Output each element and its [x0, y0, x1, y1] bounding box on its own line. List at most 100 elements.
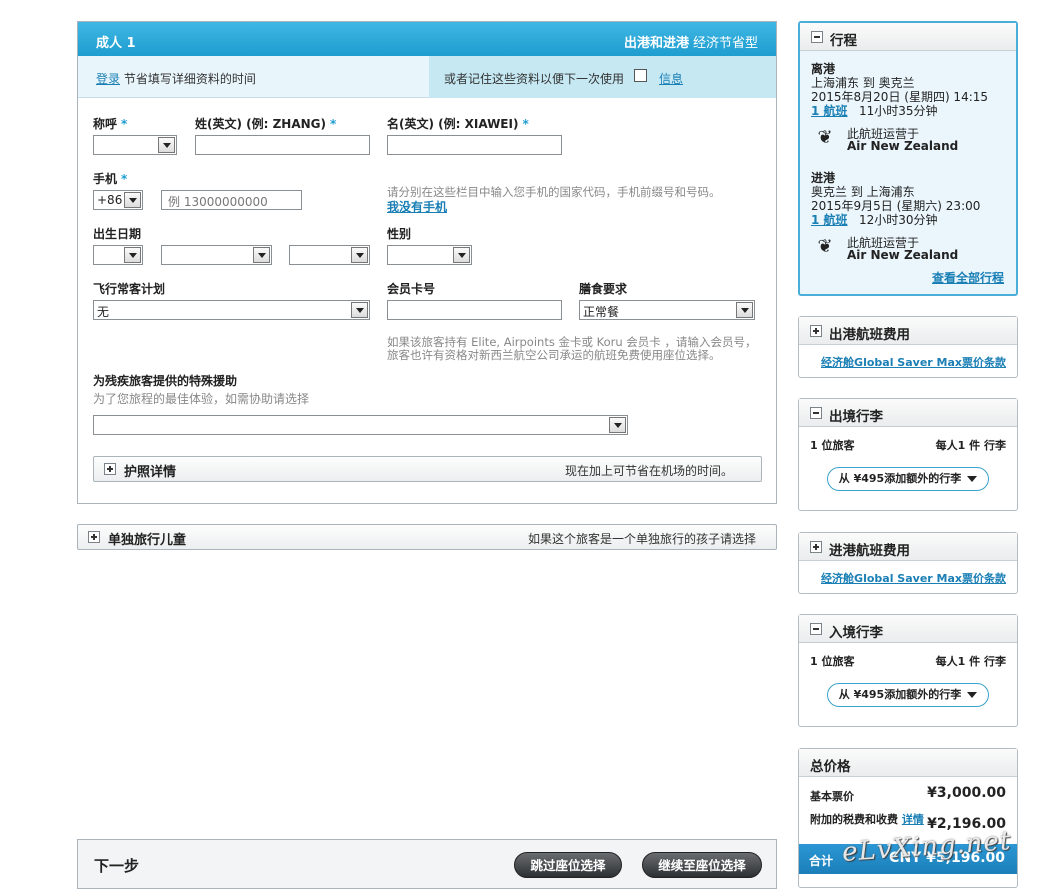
inbound-fare-title: 进港航班费用	[829, 543, 910, 559]
login-bar: 登录 节省填写详细资料的时间 或者记住这些资料以便下一次使用 信息	[78, 56, 776, 98]
itinerary-title: 行程	[830, 33, 857, 49]
expand-icon	[810, 541, 822, 553]
dob-year-select[interactable]	[289, 245, 370, 265]
tax-label-text: 附加的税费和收费	[810, 813, 898, 826]
dob-label: 出生日期	[93, 227, 142, 241]
child-section[interactable]: 单独旅行儿童 如果这个旅客是一个单独旅行的孩子请选择	[77, 524, 777, 550]
airline-logo-icon: ❦	[817, 127, 833, 148]
airline-logo-icon: ❦	[817, 236, 833, 257]
member-label: 会员卡号	[387, 282, 436, 296]
gender-select[interactable]	[387, 245, 472, 265]
inbound-add-baggage-button[interactable]: 从 ¥495添加额外的行李	[827, 683, 989, 707]
chevron-down-icon	[351, 302, 368, 318]
inbound-baggage-allowance: 每人1 件 行李	[935, 655, 1006, 668]
outbound-add-baggage-button[interactable]: 从 ¥495添加额外的行李	[827, 467, 989, 491]
passport-note: 现在加上可节省在机场的时间。	[564, 464, 733, 478]
surname-label: 姓(英文) (例: ZHANG) *	[195, 115, 336, 132]
ff-value: 无	[97, 305, 110, 319]
remember-checkbox[interactable]	[634, 69, 647, 82]
chevron-down-icon	[124, 192, 141, 208]
surname-input[interactable]	[195, 135, 370, 155]
outbound-fare-title: 出港航班费用	[829, 327, 910, 343]
tax-label: 附加的税费和收费 详情	[810, 811, 924, 827]
cabin-label: 经济节省型	[692, 36, 758, 51]
base-fare-value: ¥3,000.00	[927, 785, 1006, 801]
assist-select[interactable]	[93, 415, 628, 435]
inbound-baggage-pax: 1 位旅客	[810, 655, 855, 668]
outbound-airline: Air New Zealand	[847, 139, 959, 153]
info-link[interactable]: 信息	[659, 70, 683, 87]
member-input[interactable]	[387, 300, 562, 320]
salutation-label: 称呼 *	[93, 115, 127, 132]
chevron-down-icon	[158, 137, 175, 153]
ff-select[interactable]: 无	[93, 300, 370, 320]
login-link[interactable]: 登录	[96, 72, 120, 86]
view-all-itinerary-link[interactable]: 查看全部行程	[932, 269, 1004, 286]
outbound-fare-rules-link[interactable]: 经济舱Global Saver Max票价条款	[821, 354, 1006, 370]
outbound-baggage-title: 出境行李	[829, 409, 883, 425]
outbound-flights-link[interactable]: 1 航班	[811, 102, 848, 119]
outbound-duration: 11小时35分钟	[859, 104, 938, 118]
outbound-baggage-panel: 出境行李 1 位旅客 每人1 件 行李 从 ¥495添加额外的行李	[798, 398, 1018, 511]
inbound-fare-panel: 进港航班费用 经济舱Global Saver Max票价条款	[798, 532, 1018, 594]
child-title: 单独旅行儿童	[108, 533, 187, 548]
chevron-down-icon	[351, 247, 368, 263]
meal-value: 正常餐	[583, 305, 620, 319]
inbound-baggage-panel: 入境行李 1 位旅客 每人1 件 行李 从 ¥495添加额外的行李	[798, 614, 1018, 727]
next-step-panel: 下一步 跳过座位选择 继续至座位选择	[77, 839, 777, 889]
mobile-input[interactable]: 例 13000000000	[161, 190, 302, 210]
collapse-icon	[810, 407, 822, 419]
trip-type: 出港和进港 经济节省型	[624, 32, 758, 51]
inbound-flights-link[interactable]: 1 航班	[811, 211, 848, 228]
given-name-label: 名(英文) (例: XIAWEI) *	[387, 115, 529, 132]
continue-seat-button[interactable]: 继续至座位选择	[642, 852, 762, 878]
itinerary-header[interactable]: 行程	[800, 23, 1016, 51]
dob-day-select[interactable]	[93, 245, 143, 265]
chevron-down-icon	[609, 417, 626, 433]
outbound-baggage-header[interactable]: 出境行李	[799, 399, 1017, 427]
collapse-icon	[810, 623, 822, 635]
ff-label: 飞行常客计划	[93, 282, 166, 296]
expand-icon	[104, 463, 116, 475]
assist-hint: 为了您旅程的最佳体验，如需协助请选择	[93, 392, 310, 406]
mobile-label: 手机 *	[93, 170, 127, 187]
remember-text: 或者记住这些资料以便下一次使用	[444, 72, 625, 86]
trip-label: 出港和进港	[623, 36, 689, 51]
chevron-down-icon	[253, 247, 270, 263]
total-price-panel: 总价格 基本票价 ¥3,000.00 附加的税费和收费 详情 ¥2,196.00…	[798, 748, 1018, 888]
login-hint: 登录 节省填写详细资料的时间	[96, 70, 256, 87]
outbound-fare-header[interactable]: 出港航班费用	[799, 317, 1017, 345]
required-star: *	[522, 117, 529, 131]
inbound-fare-rules-link[interactable]: 经济舱Global Saver Max票价条款	[821, 570, 1006, 586]
salutation-select[interactable]	[93, 135, 177, 155]
skip-seat-button[interactable]: 跳过座位选择	[514, 852, 622, 878]
no-mobile-link[interactable]: 我没有手机	[387, 198, 447, 215]
mobile-label-text: 手机	[93, 172, 118, 186]
inbound-fare-header[interactable]: 进港航班费用	[799, 533, 1017, 561]
tax-details-link[interactable]: 详情	[902, 813, 924, 826]
expand-icon	[88, 531, 100, 543]
passenger-title: 成人 1	[96, 36, 136, 51]
passport-section[interactable]: 护照详情 现在加上可节省在机场的时间。	[93, 456, 762, 482]
ff-hint-1: 如果该旅客持有 Elite, Airpoints 金卡或 Koru 会员卡 ，请…	[387, 335, 757, 349]
total-sum-label: 合计	[809, 854, 834, 868]
meal-label: 膳食要求	[579, 282, 628, 296]
expand-icon	[810, 325, 822, 337]
base-fare-label: 基本票价	[810, 790, 854, 803]
inbound-baggage-title: 入境行李	[829, 625, 883, 641]
itinerary-panel: 行程 离港 上海浦东 到 奥克兰 2015年8月20日 (星期四) 14:15 …	[798, 21, 1018, 296]
required-star: *	[330, 117, 337, 131]
dob-month-select[interactable]	[161, 245, 272, 265]
required-star: *	[121, 172, 128, 186]
salutation-label-text: 称呼	[93, 117, 118, 131]
remember-box: 或者记住这些资料以便下一次使用 信息	[429, 56, 776, 98]
outbound-baggage-allowance: 每人1 件 行李	[935, 439, 1006, 452]
country-code-select[interactable]: +86	[93, 190, 143, 210]
given-name-input[interactable]	[387, 135, 562, 155]
meal-select[interactable]: 正常餐	[579, 300, 755, 320]
inbound-baggage-header[interactable]: 入境行李	[799, 615, 1017, 643]
chevron-down-icon	[453, 247, 470, 263]
mobile-hint: 请分别在这些栏目中输入您手机的国家代码，手机前缀号和号码。	[387, 185, 721, 199]
country-code-value: +86	[97, 193, 123, 207]
passport-title: 护照详情	[124, 465, 177, 480]
